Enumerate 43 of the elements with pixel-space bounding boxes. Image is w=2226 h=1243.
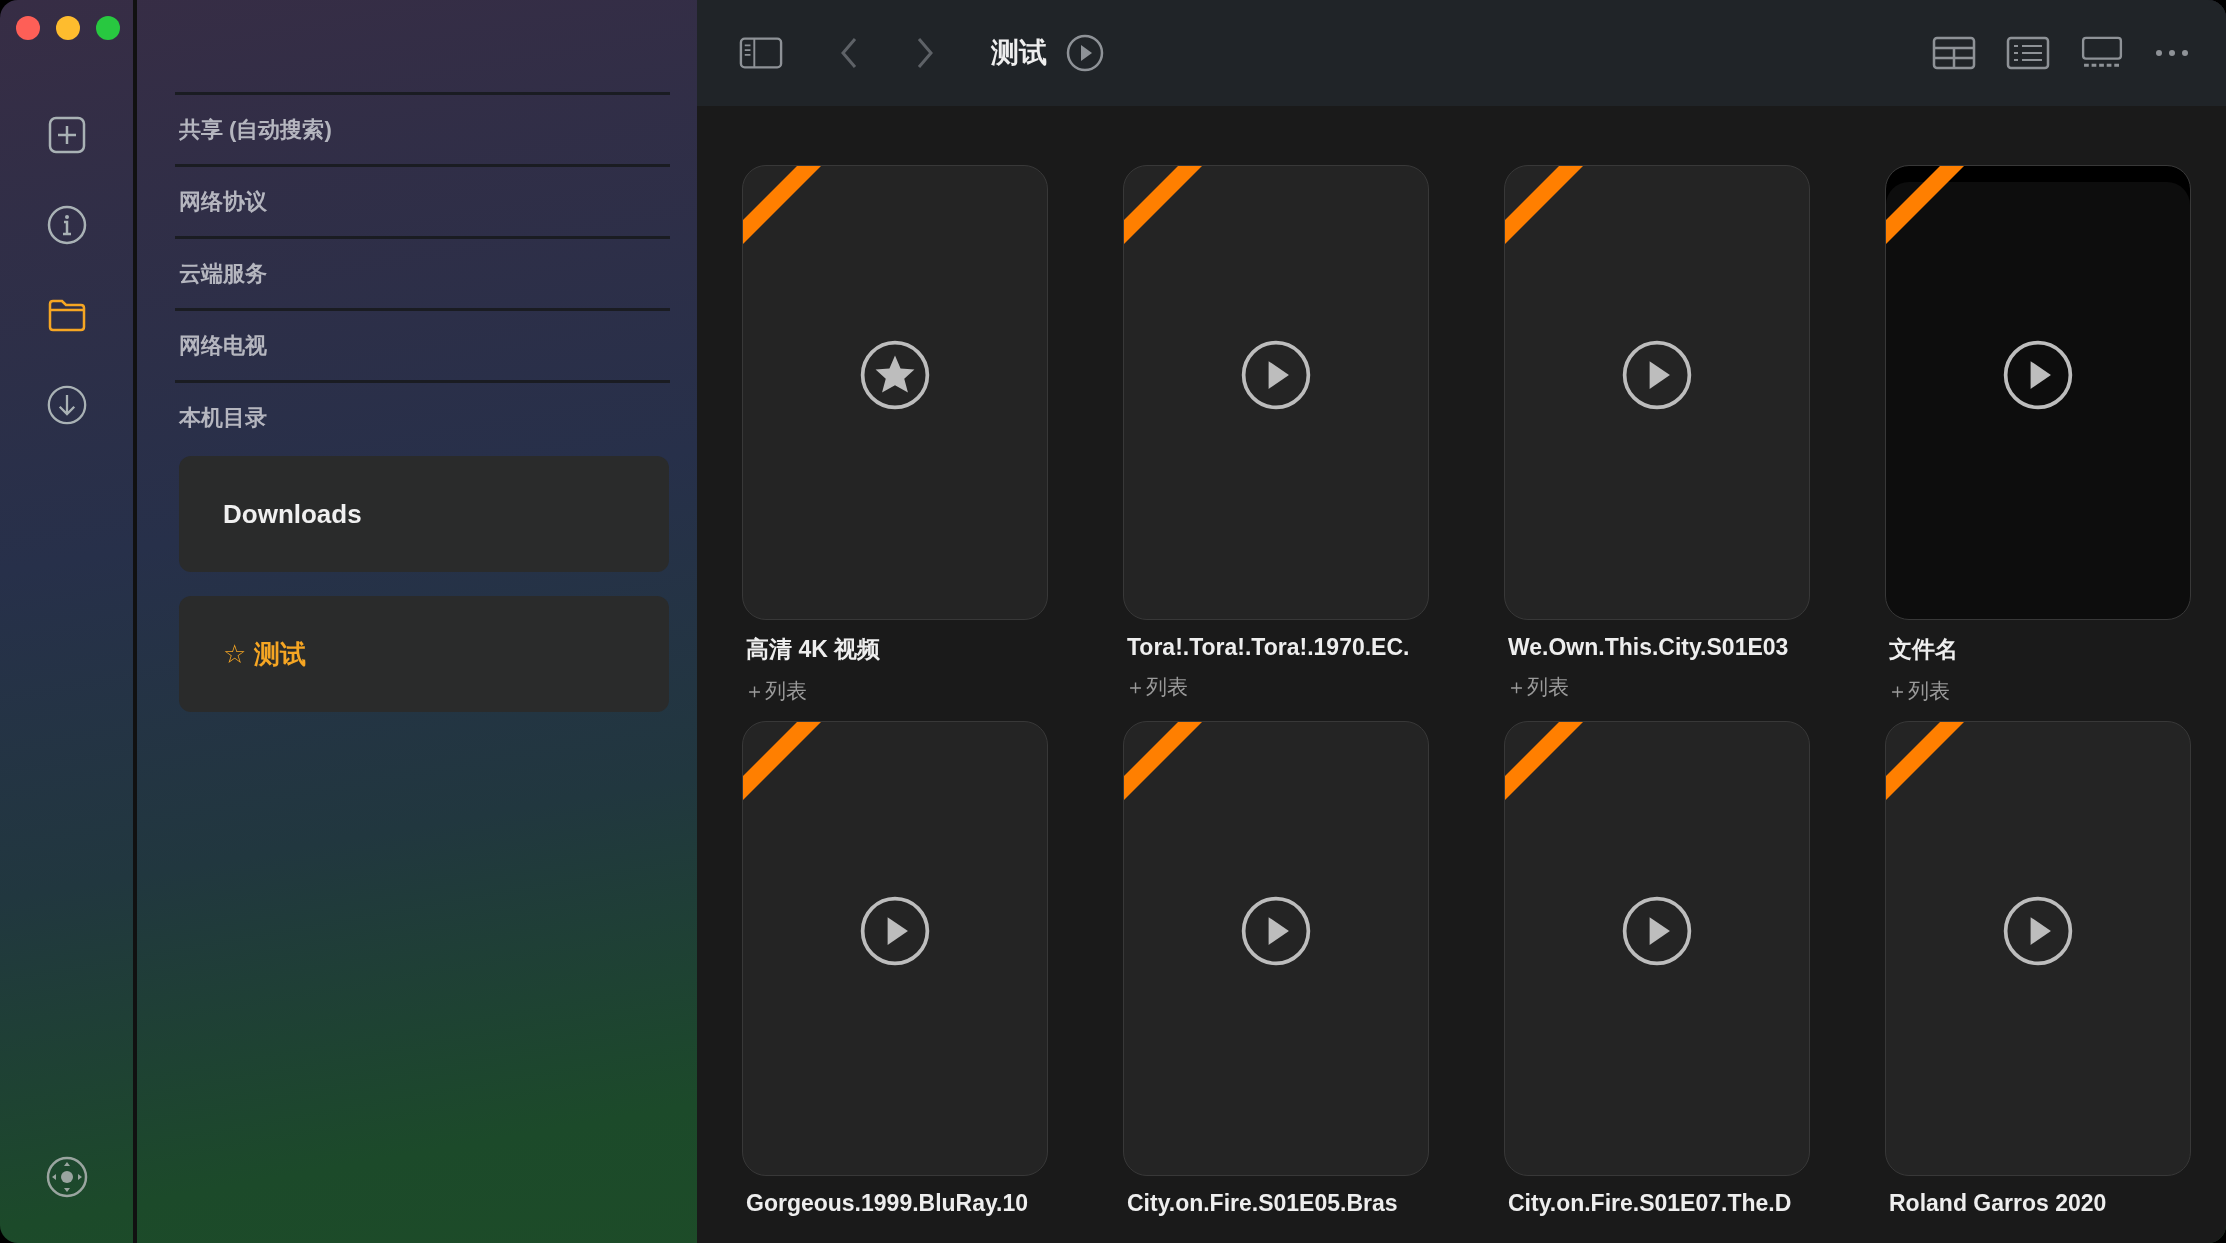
close-button[interactable]	[16, 16, 40, 40]
minimize-button[interactable]	[56, 16, 80, 40]
download-icon[interactable]	[46, 385, 87, 425]
video-title: 文件名	[1889, 635, 1959, 664]
add-to-list-link[interactable]: ＋列表	[1125, 673, 1188, 701]
video-title: City.on.Fire.S01E07.The.D	[1508, 1190, 1793, 1217]
more-icon[interactable]	[2154, 48, 2190, 58]
sidebar-section[interactable]: 网络电视	[175, 308, 670, 380]
video-thumbnail[interactable]	[1504, 721, 1810, 1176]
folder-title: 测试	[991, 36, 1047, 70]
video-title: Roland Garros 2020	[1889, 1190, 2108, 1217]
forward-icon[interactable]	[915, 36, 935, 70]
sidebar-toggle-icon[interactable]	[739, 36, 783, 70]
video-thumbnail[interactable]	[742, 721, 1048, 1176]
video-title: Tora!.Tora!.Tora!.1970.EC.	[1127, 634, 1411, 661]
video-title: We.Own.This.City.S01E03	[1508, 634, 1790, 661]
video-thumbnail[interactable]	[1885, 721, 2191, 1176]
video-thumbnail[interactable]	[1123, 721, 1429, 1176]
video-thumbnail[interactable]	[1504, 165, 1810, 620]
info-icon[interactable]	[46, 205, 87, 245]
play-icon[interactable]	[1065, 33, 1105, 73]
video-title: 高清 4K 视频	[746, 635, 882, 664]
sidebar-section[interactable]: 云端服务	[175, 236, 670, 308]
list-view-icon[interactable]	[2006, 36, 2050, 70]
add-to-list-link[interactable]: ＋列表	[744, 677, 807, 705]
folder-item[interactable]: Downloads	[179, 456, 669, 572]
zoom-button[interactable]	[96, 16, 120, 40]
add-to-list-link[interactable]: ＋列表	[1506, 673, 1569, 701]
grid-view-icon[interactable]	[1932, 36, 1976, 70]
folder-item[interactable]: ☆ 测试	[179, 596, 669, 712]
sidebar-section[interactable]: 网络协议	[175, 164, 670, 236]
gallery-view-icon[interactable]	[2080, 36, 2124, 70]
video-thumbnail[interactable]	[1123, 165, 1429, 620]
video-thumbnail[interactable]	[1885, 165, 2191, 620]
back-icon[interactable]	[839, 36, 859, 70]
add-to-list-link[interactable]: ＋列表	[1887, 677, 1950, 705]
video-thumbnail[interactable]	[742, 165, 1048, 620]
sidebar-section[interactable]: 本机目录	[175, 380, 670, 452]
sidebar-section[interactable]: 共享 (自动搜索)	[175, 92, 670, 164]
joystick-icon[interactable]	[44, 1155, 89, 1199]
video-title: City.on.Fire.S01E05.Bras	[1127, 1190, 1399, 1217]
add-icon[interactable]	[46, 115, 87, 155]
video-title: Gorgeous.1999.BluRay.10	[746, 1190, 1030, 1217]
